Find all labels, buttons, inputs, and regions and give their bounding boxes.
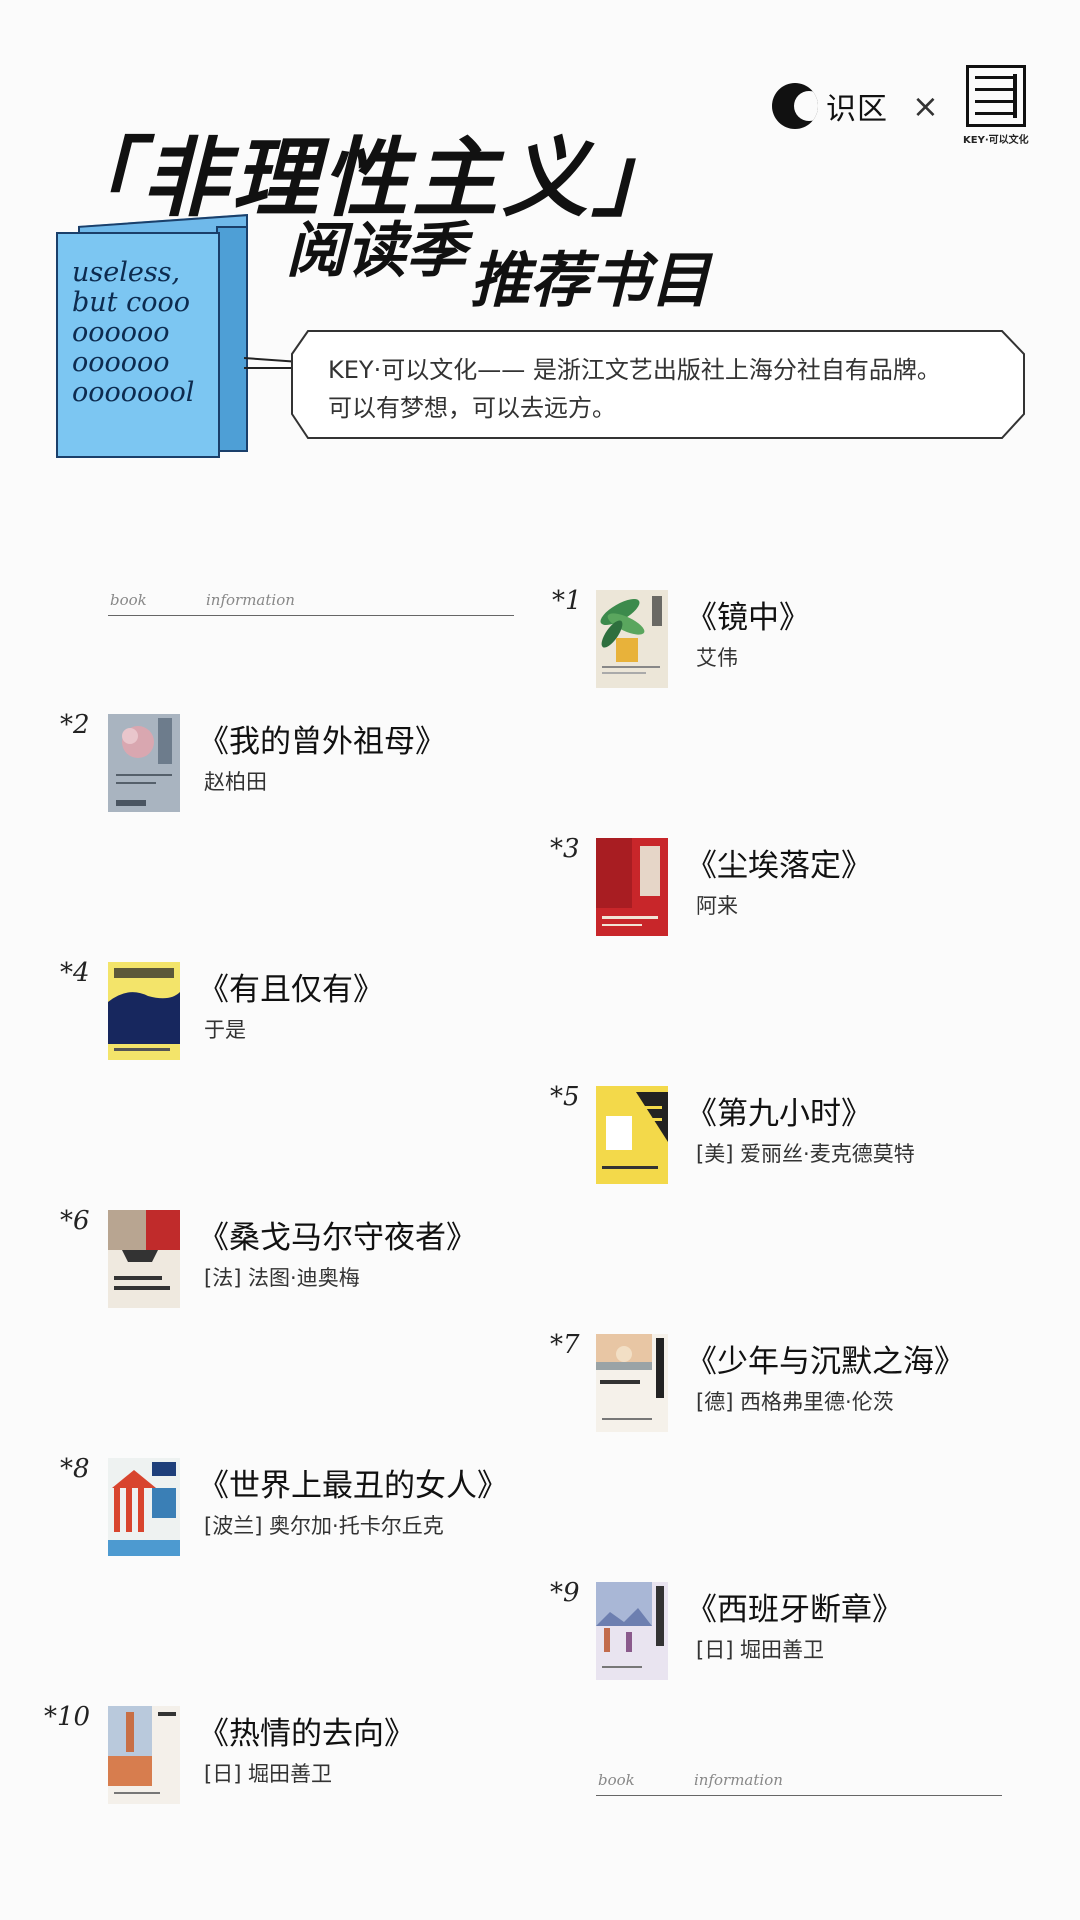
book-number: *7 xyxy=(550,1330,580,1360)
book-title: 《桑戈马尔守夜者》 xyxy=(198,1220,477,1256)
book-number: *3 xyxy=(550,834,580,864)
book-title: 《有且仅有》 xyxy=(198,972,384,1008)
book-number: *1 xyxy=(552,586,582,616)
book-illustration-text: useless, but cooo oooooo oooooo oooooool xyxy=(72,257,195,408)
book-cover-image xyxy=(108,1210,180,1308)
book-entry-1[interactable]: *1 《镜中》 艾伟 xyxy=(550,586,1030,688)
info-label-book: book xyxy=(110,591,147,609)
zhiqu-logo-icon xyxy=(772,83,818,129)
book-entry-4[interactable]: *4 《有且仅有》 于是 xyxy=(60,958,540,1060)
book-author: 艾伟 xyxy=(696,646,738,670)
book-cover-image xyxy=(596,590,668,688)
book-entry-3[interactable]: *3 《尘埃落定》 阿来 xyxy=(550,834,1030,936)
book-entry-6[interactable]: *6 《桑戈马尔守夜者》 [法] 法图·迪奥梅 xyxy=(60,1206,540,1308)
book-title: 《第九小时》 xyxy=(686,1096,872,1132)
book-title: 《我的曾外祖母》 xyxy=(198,724,446,760)
book-author: [日] 堀田善卫 xyxy=(204,1762,333,1786)
brand-logos: 识区 × KEY·可以文化 xyxy=(772,65,1029,146)
book-entry-5[interactable]: *5 《第九小时》 [美] 爱丽丝·麦克德莫特 xyxy=(550,1082,1030,1184)
book-entry-10[interactable]: *10 《热情的去向》 [日] 堀田善卫 xyxy=(44,1702,540,1804)
book-title: 《少年与沉默之海》 xyxy=(686,1344,965,1380)
book-title: 《世界上最丑的女人》 xyxy=(198,1468,508,1504)
book-author: [法] 法图·迪奥梅 xyxy=(204,1266,360,1290)
book-entry-2[interactable]: *2 《我的曾外祖母》 赵柏田 xyxy=(60,710,540,812)
book-cover-image xyxy=(596,1086,668,1184)
book-author: 于是 xyxy=(204,1018,246,1042)
subtitle-reading-season: 阅读季 xyxy=(286,216,466,286)
zhiqu-logo-text: 识区 xyxy=(826,92,888,127)
book-information-rule-top: book information xyxy=(108,586,514,616)
book-author: [德] 西格弗里德·伦茨 xyxy=(696,1390,894,1414)
info-label-book: book xyxy=(598,1771,635,1789)
book-entry-7[interactable]: *7 《少年与沉默之海》 [德] 西格弗里德·伦茨 xyxy=(550,1330,1030,1432)
intro-text-line-2: 可以有梦想，可以去远方。 xyxy=(328,394,616,422)
book-cover-image xyxy=(108,714,180,812)
book-information-rule-bottom: book information xyxy=(596,1766,1002,1796)
book-number: *5 xyxy=(550,1082,580,1112)
book-cover-image xyxy=(108,962,180,1060)
book-number: *4 xyxy=(60,958,90,988)
intro-text-line-1: KEY·可以文化—— 是浙江文艺出版社上海分社自有品牌。 xyxy=(328,356,941,384)
book-author: [日] 堀田善卫 xyxy=(696,1638,825,1662)
book-number: *9 xyxy=(550,1578,580,1608)
book-number: *10 xyxy=(44,1702,91,1732)
key-logo-icon xyxy=(965,65,1026,127)
info-label-information: information xyxy=(206,591,295,609)
book-title: 《尘埃落定》 xyxy=(686,848,872,884)
book-entry-8[interactable]: *8 《世界上最丑的女人》 [波兰] 奥尔加·托卡尔丘克 xyxy=(60,1454,540,1556)
book-number: *6 xyxy=(60,1206,90,1236)
book-title: 《镜中》 xyxy=(686,600,810,636)
book-author: 赵柏田 xyxy=(204,770,267,794)
book-author: [波兰] 奥尔加·托卡尔丘克 xyxy=(204,1514,444,1538)
book-number: *2 xyxy=(60,710,90,740)
book-author: 阿来 xyxy=(696,894,738,918)
key-logo-caption: KEY·可以文化 xyxy=(963,135,1029,146)
book-cover-image xyxy=(108,1458,180,1556)
book-cover-image xyxy=(108,1706,180,1804)
book-entry-9[interactable]: *9 《西班牙断章》 [日] 堀田善卫 xyxy=(550,1578,1030,1680)
book-cover-image xyxy=(596,1582,668,1680)
intro-speech-bubble: KEY·可以文化—— 是浙江文艺出版社上海分社自有品牌。 可以有梦想，可以去远方… xyxy=(290,330,1026,440)
blue-book-illustration: useless, but cooo oooooo oooooo oooooool xyxy=(56,214,248,458)
book-cover-image xyxy=(596,1334,668,1432)
book-title: 《西班牙断章》 xyxy=(686,1592,903,1628)
zhiqu-logo: 识区 xyxy=(772,83,888,129)
book-author: [美] 爱丽丝·麦克德莫特 xyxy=(696,1142,915,1166)
key-logo: KEY·可以文化 xyxy=(963,65,1029,147)
book-number: *8 xyxy=(60,1454,90,1484)
subtitle-book-list: 推荐书目 xyxy=(470,246,710,316)
collab-cross: × xyxy=(912,87,939,125)
book-title: 《热情的去向》 xyxy=(198,1716,415,1752)
info-label-information: information xyxy=(694,1771,783,1789)
book-cover-image xyxy=(596,838,668,936)
